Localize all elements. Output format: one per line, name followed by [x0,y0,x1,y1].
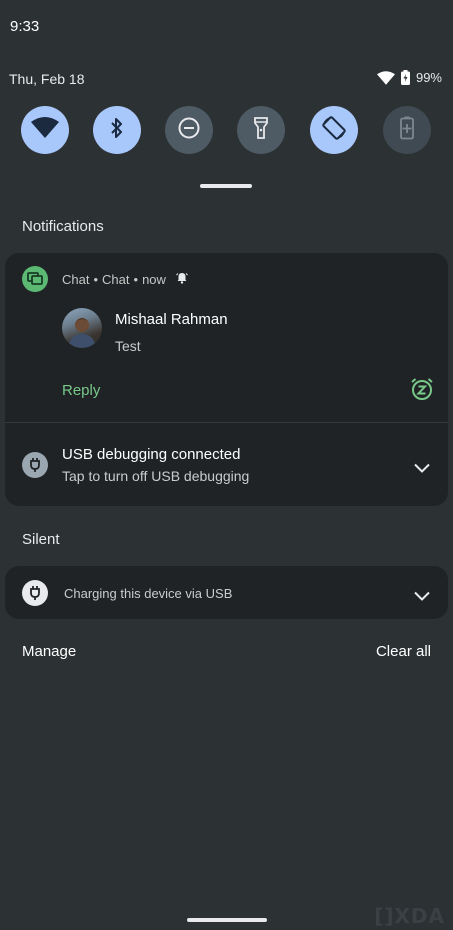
separator-dot: • [93,272,99,287]
auto-rotate-icon [321,115,347,146]
battery-percent: 99% [415,70,442,85]
xda-watermark: []XDA [374,904,445,928]
alerting-bell-icon [176,272,188,287]
quick-tile-do-not-disturb[interactable] [165,106,213,154]
manage-button[interactable]: Manage [22,643,76,660]
quick-tile-wifi[interactable] [21,106,69,154]
usb-charging-app-icon [22,580,48,606]
chevron-down-icon [414,588,430,605]
notification-divider [5,422,448,423]
status-time: 9:33 [10,18,40,35]
sender-avatar[interactable] [62,308,102,348]
chat-channel-name: Chat [102,272,130,287]
sender-name: Mishaal Rahman [115,311,228,328]
usb-debugging-app-icon [22,452,48,478]
chat-notification-header: Chat • Chat • now [62,272,188,287]
charging-expand-button[interactable] [414,588,430,606]
bluetooth-icon [109,116,125,145]
flashlight-icon [253,116,269,145]
battery-icon [400,70,410,85]
snooze-button[interactable] [410,377,434,406]
do-not-disturb-icon [177,116,201,145]
quick-tile-auto-rotate[interactable] [310,106,358,154]
status-date: Thu, Feb 18 [9,71,85,87]
quick-settings-drag-handle[interactable] [200,184,252,188]
quick-tile-flashlight[interactable] [237,106,285,154]
wifi-signal-icon [376,70,395,85]
chevron-down-icon [414,460,430,477]
message-text: Test [115,338,141,354]
clear-all-button[interactable]: Clear all [376,643,431,660]
snooze-icon [410,378,434,405]
reply-button[interactable]: Reply [62,382,100,399]
wifi-icon [31,116,59,144]
separator-dot: • [133,272,139,287]
usb-debugging-subtitle: Tap to turn off USB debugging [62,468,250,484]
battery-saver-icon [400,116,414,145]
quick-tile-bluetooth[interactable] [93,106,141,154]
charging-notification-text: Charging this device via USB [64,586,233,601]
status-icons: 99% [376,70,442,85]
chat-app-name: Chat [62,272,90,287]
chat-app-icon [22,266,48,292]
quick-settings-row [0,106,453,154]
notifications-header: Notifications [22,218,104,235]
silent-header: Silent [22,531,60,548]
usb-debugging-expand-button[interactable] [414,460,430,478]
chat-notification-time: now [142,272,166,287]
usb-debugging-title: USB debugging connected [62,446,241,463]
usb-debugging-notification[interactable] [5,424,448,504]
gesture-nav-bar[interactable] [187,918,267,922]
quick-tile-battery-saver[interactable] [383,106,431,154]
